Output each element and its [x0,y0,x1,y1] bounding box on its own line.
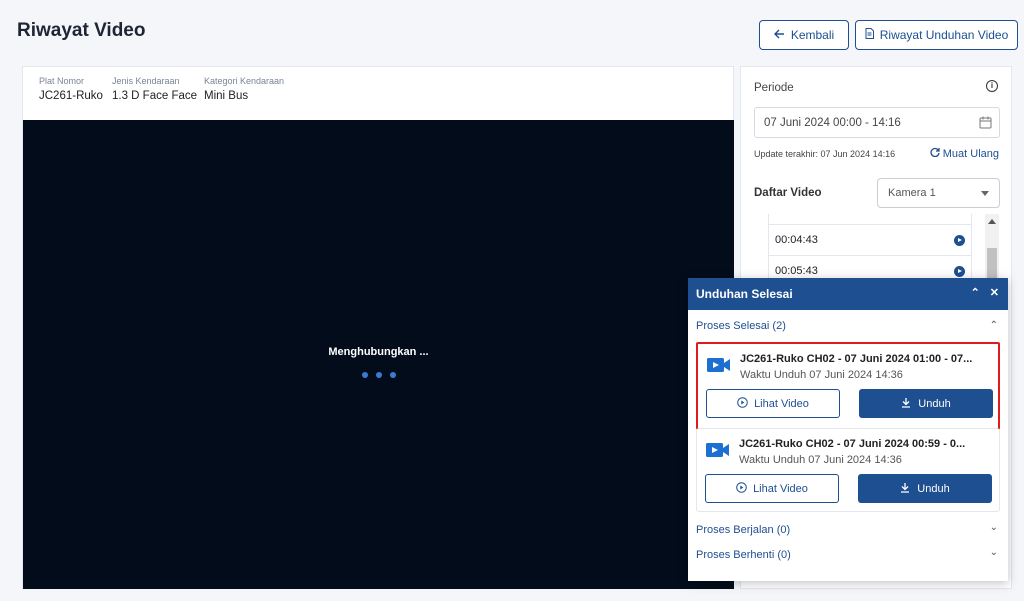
info-icon[interactable]: i [986,80,998,92]
play-circle-icon [737,396,748,411]
view-video-button[interactable]: Lihat Video [706,389,840,418]
date-range-input[interactable]: 07 Juni 2024 00:00 - 14:16 [754,107,1000,138]
plate-value: JC261-Ruko [39,90,103,102]
vehicle-category-label: Kategori Kendaraan [204,76,285,86]
player-status: Menghubungkan ... [328,346,429,358]
back-button[interactable]: Kembali [759,20,849,50]
chevron-up-icon[interactable]: ⌃ [990,320,998,331]
done-section-header[interactable]: Proses Selesai (2) [696,320,786,332]
document-icon [865,28,874,42]
refresh-icon [930,147,940,160]
loading-indicator [362,372,396,378]
video-time: 00:05:43 [775,265,818,277]
download-panel-title: Unduhan Selesai [696,287,793,301]
vehicle-type-info: Jenis Kendaraan 1.3 D Face Face [112,76,197,102]
video-player[interactable]: Menghubungkan ... [23,120,734,589]
reload-label: Muat Ulang [942,147,999,160]
play-circle-icon [736,481,747,496]
download-icon [900,482,910,496]
video-card: Plat Nomor JC261-Ruko Jenis Kendaraan 1.… [22,66,734,589]
scroll-up-icon[interactable] [988,219,996,224]
arrow-left-icon [773,28,785,42]
download-history-label: Riwayat Unduhan Video [879,28,1009,42]
download-item: JC261-Ruko CH02 - 07 Juni 2024 01:00 - 0… [696,342,1000,430]
download-item-time: Waktu Unduh 07 Juni 2024 14:36 [740,369,903,381]
list-item[interactable]: 00:04:43 [769,224,971,255]
video-camera-icon [707,357,731,378]
download-panel: Unduhan Selesai ⌃ ✕ Proses Selesai (2) ⌃… [688,278,1008,581]
chevron-down-icon [981,191,989,196]
view-video-label: Lihat Video [753,482,808,495]
download-item-title: JC261-Ruko CH02 - 07 Juni 2024 00:59 - 0… [739,438,966,450]
download-item-title: JC261-Ruko CH02 - 07 Juni 2024 01:00 - 0… [740,353,973,365]
plate-label: Plat Nomor [39,76,85,86]
play-icon[interactable] [954,265,965,277]
reload-button[interactable]: Muat Ulang [930,147,999,160]
download-button[interactable]: Unduh [858,474,992,503]
page-title: Riwayat Video [17,20,146,41]
download-item-time: Waktu Unduh 07 Juni 2024 14:36 [739,454,902,466]
download-label: Unduh [918,397,951,410]
download-button[interactable]: Unduh [859,389,993,418]
video-list-label: Daftar Video [754,187,822,199]
vehicle-type-value: 1.3 D Face Face [112,90,198,102]
back-button-label: Kembali [790,28,835,42]
camera-selected-value: Kamera 1 [888,187,936,199]
vehicle-category-info: Kategori Kendaraan Mini Bus [204,76,284,102]
view-video-button[interactable]: Lihat Video [705,474,839,503]
vehicle-category-value: Mini Bus [204,90,249,102]
collapse-icon[interactable]: ⌃ [971,286,980,299]
download-label: Unduh [917,482,950,495]
stopped-section-header[interactable]: Proses Berhenti (0) [696,549,791,561]
download-item: JC261-Ruko CH02 - 07 Juni 2024 00:59 - 0… [696,428,1000,512]
last-update-text: Update terakhir: 07 Jun 2024 14:16 [754,149,896,159]
video-time: 00:04:43 [775,234,818,246]
download-panel-header: Unduhan Selesai ⌃ ✕ [688,278,1008,310]
periode-label: Periode [754,82,794,94]
video-camera-icon [706,442,730,463]
play-icon[interactable] [954,234,965,246]
chevron-down-icon[interactable]: ⌄ [990,547,998,558]
date-range-value: 07 Juni 2024 00:00 - 14:16 [764,116,901,129]
plate-info: Plat Nomor JC261-Ruko [39,76,103,102]
running-section-header[interactable]: Proses Berjalan (0) [696,524,790,536]
calendar-icon [979,116,992,132]
chevron-down-icon[interactable]: ⌄ [990,522,998,533]
vehicle-type-label: Jenis Kendaraan [112,76,180,86]
camera-select[interactable]: Kamera 1 [877,178,1000,208]
view-video-label: Lihat Video [754,397,809,410]
download-icon [901,397,911,411]
download-history-button[interactable]: Riwayat Unduhan Video [855,20,1018,50]
close-icon[interactable]: ✕ [990,286,999,299]
